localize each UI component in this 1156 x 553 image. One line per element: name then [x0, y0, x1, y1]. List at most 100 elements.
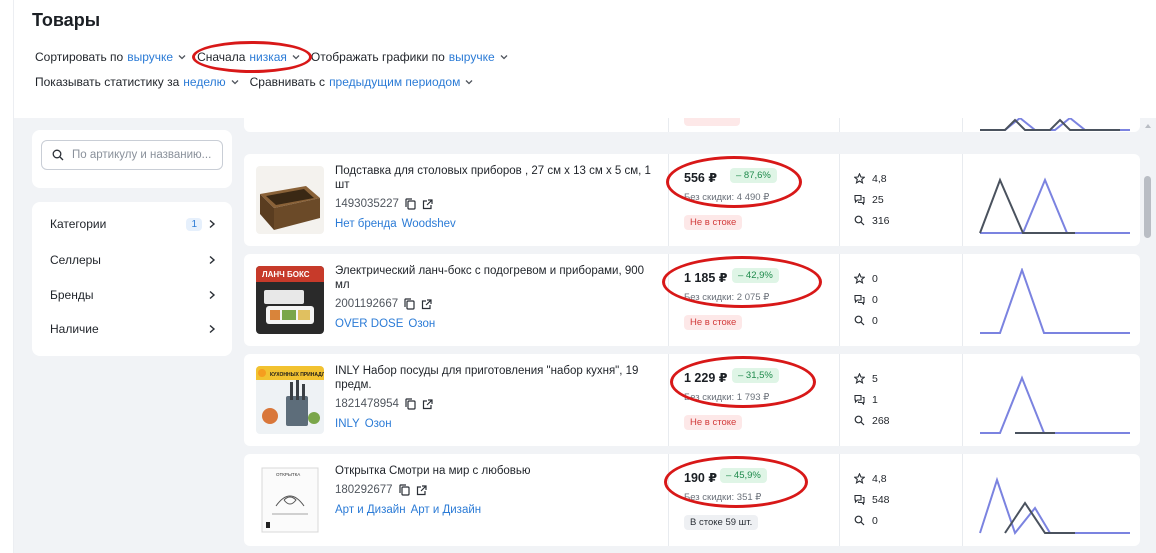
period-label: Показывать статистику за	[35, 75, 180, 89]
rating-stat: 0	[854, 268, 878, 289]
product-card[interactable]: ОТКРЫТКА Открытка Смотри на мир с любовь…	[244, 454, 1140, 546]
product-sku: 1493035227	[335, 198, 399, 210]
rating-value: 4,8	[872, 472, 887, 485]
product-sku-row: 2001192667	[335, 298, 432, 310]
product-name[interactable]: INLY Набор посуды для приготовления "наб…	[335, 364, 660, 392]
brand-link[interactable]: Арт и Дизайн	[335, 504, 406, 516]
divider	[668, 154, 669, 246]
chevron-down-icon	[231, 80, 239, 85]
stock-badge: Не в стоке	[684, 415, 743, 430]
reviews-stat: 548	[854, 489, 890, 510]
star-icon	[854, 373, 865, 384]
price-without-discount: Без скидки: 4 490 ₽	[684, 192, 770, 203]
external-link-icon[interactable]	[421, 298, 432, 310]
price-without-discount: Без скидки: 1 793 ₽	[684, 392, 770, 403]
queries-stat: 0	[854, 510, 890, 531]
stock-badge: В стоке 59 шт.	[684, 515, 759, 530]
filter-availability[interactable]: Наличие	[50, 319, 216, 339]
search-panel: По артикулу и названию...	[32, 130, 232, 188]
reviews-icon	[854, 194, 865, 205]
filter-brands[interactable]: Бренды	[50, 285, 216, 305]
scroll-up-arrow-icon[interactable]	[1144, 122, 1152, 130]
filter-sellers[interactable]: Селлеры	[50, 250, 216, 270]
order-value: низкая	[249, 50, 287, 64]
search-input[interactable]: По артикулу и названию...	[41, 140, 223, 170]
reviews-icon	[854, 494, 865, 505]
product-list: Подставка для столовых приборов , 27 см …	[244, 118, 1140, 553]
product-image: КУХОННЫХ ПРИНАДЛЕЖНОСТЕЙ	[256, 366, 324, 434]
seller-link[interactable]: Арт и Дизайн	[411, 504, 482, 516]
reviews-value: 25	[872, 193, 884, 206]
rating-value: 0	[872, 272, 878, 285]
page-title: Товары	[32, 10, 101, 30]
filter-availability-label: Наличие	[50, 322, 99, 336]
price-without-discount: Без скидки: 351 ₽	[684, 492, 762, 503]
revenue-sparkline	[980, 268, 1130, 334]
divider	[962, 354, 963, 446]
product-card[interactable]: ЛАНЧ БОКС Электрический ланч-бокс с подо…	[244, 254, 1140, 346]
thumb-label: КУХОННЫХ ПРИНАДЛЕЖНОСТЕЙ	[270, 370, 324, 378]
rating-stat: 4,8	[854, 468, 890, 489]
divider	[839, 118, 840, 132]
reviews-stat: 1	[854, 389, 890, 410]
queries-value: 0	[872, 314, 878, 327]
divider	[668, 354, 669, 446]
filter-categories[interactable]: Категории 1	[50, 214, 216, 234]
discount-badge: – 42,9%	[732, 268, 779, 283]
reviews-value: 548	[872, 493, 890, 506]
charts-by-label: Отображать графики по	[310, 50, 445, 64]
search-icon	[854, 415, 865, 426]
product-name[interactable]: Подставка для столовых приборов , 27 см …	[335, 164, 660, 192]
scrollbar-thumb[interactable]	[1144, 176, 1151, 238]
copy-icon[interactable]	[404, 298, 415, 310]
brand-link[interactable]: Нет бренда	[335, 218, 397, 230]
compare-dropdown[interactable]: Сравнивать с предыдущим периодом	[250, 75, 475, 89]
thumb-label: ОТКРЫТКА	[276, 472, 300, 477]
main-content: По артикулу и названию... Категории 1 Се…	[14, 118, 1156, 553]
charts-by-dropdown[interactable]: Отображать графики по выручке	[311, 50, 509, 64]
sort-by-dropdown[interactable]: Сортировать по выручке	[35, 50, 187, 64]
copy-icon[interactable]	[405, 198, 416, 210]
divider	[962, 118, 963, 132]
divider	[839, 254, 840, 346]
product-card[interactable]: Подставка для столовых приборов , 27 см …	[244, 154, 1140, 246]
star-icon	[854, 173, 865, 184]
divider	[962, 154, 963, 246]
reviews-icon	[854, 394, 865, 405]
period-dropdown[interactable]: Показывать статистику за неделю	[35, 75, 240, 89]
discount-badge: – 31,5%	[732, 368, 779, 383]
filters-panel: Категории 1 Селлеры Бренды Наличие	[32, 202, 232, 356]
divider	[839, 154, 840, 246]
search-icon	[52, 149, 64, 161]
seller-link[interactable]: Озон	[365, 418, 392, 430]
divider	[962, 254, 963, 346]
search-icon	[854, 515, 865, 526]
product-sku: 180292677	[335, 484, 393, 496]
product-card[interactable]: КУХОННЫХ ПРИНАДЛЕЖНОСТЕЙ INLY Набор посу…	[244, 354, 1140, 446]
page-header: Товары Сортировать по выручке Сначала ни…	[14, 0, 1156, 118]
copy-icon[interactable]	[398, 484, 410, 496]
brand-link[interactable]: OVER DOSE	[335, 318, 403, 330]
revenue-sparkline	[979, 177, 1130, 234]
filter-row-sort: Сортировать по выручке Сначала низкая От…	[35, 50, 519, 64]
price-without-discount: Без скидки: 2 075 ₽	[684, 292, 770, 303]
reviews-stat: 25	[854, 189, 890, 210]
external-link-icon[interactable]	[422, 398, 433, 410]
product-stats: 0 0 0	[854, 268, 878, 331]
external-link-icon[interactable]	[416, 484, 427, 496]
product-stats: 4,8 548 0	[854, 468, 890, 531]
brand-link[interactable]: INLY	[335, 418, 360, 430]
seller-link[interactable]: Woodshev	[402, 218, 456, 230]
product-name[interactable]: Электрический ланч-бокс с подогревом и п…	[335, 264, 660, 292]
stock-badge-partial	[684, 118, 740, 126]
rating-value: 4,8	[872, 172, 887, 185]
copy-icon[interactable]	[405, 398, 416, 410]
product-name[interactable]: Открытка Смотри на мир с любовью	[335, 464, 660, 478]
reviews-stat: 0	[854, 289, 878, 310]
filter-row-period: Показывать статистику за неделю Сравнива…	[35, 75, 484, 89]
external-link-icon[interactable]	[422, 198, 433, 210]
scrollbar[interactable]	[1143, 120, 1153, 553]
product-card-partial	[244, 118, 1140, 132]
order-dropdown[interactable]: Сначала низкая	[197, 50, 301, 64]
seller-link[interactable]: Озон	[408, 318, 435, 330]
